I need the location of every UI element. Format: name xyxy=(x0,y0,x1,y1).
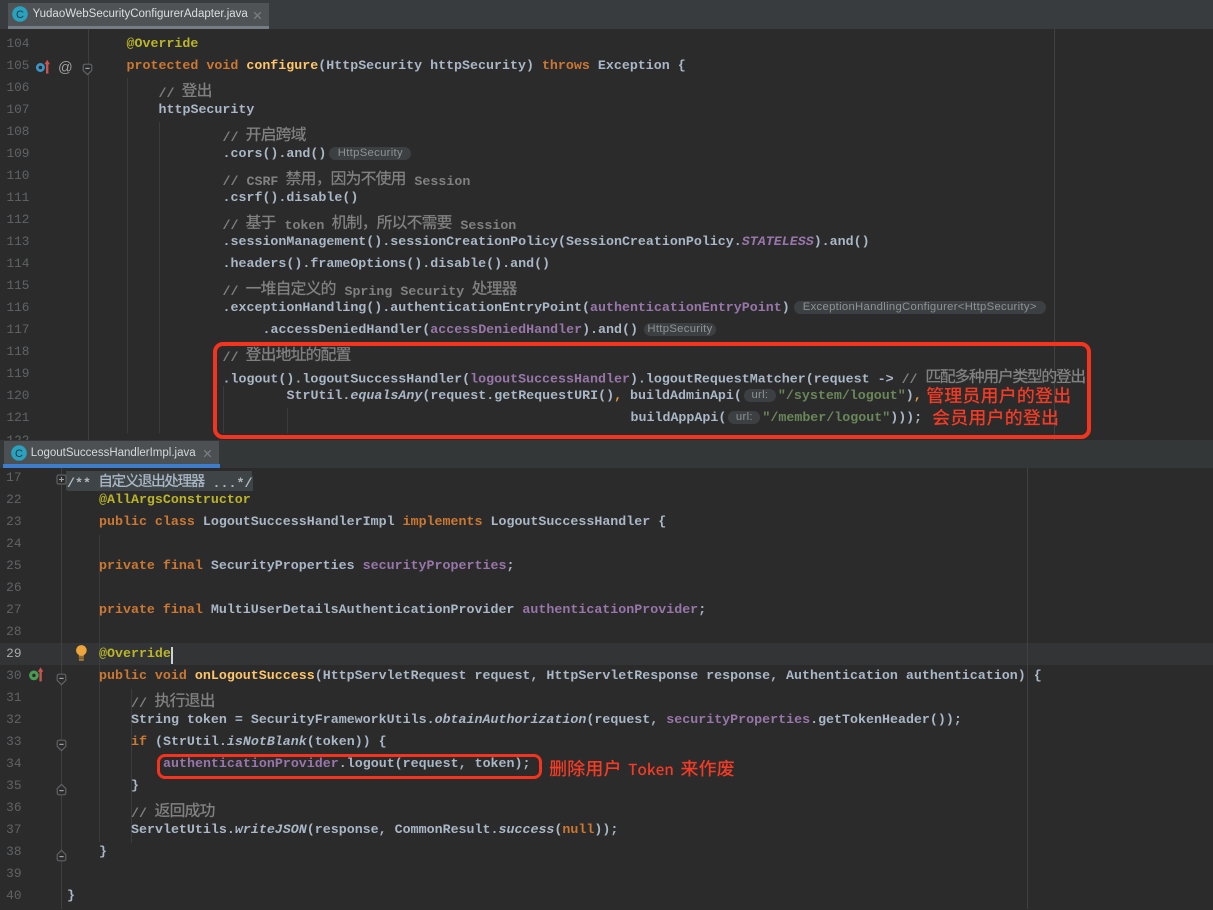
svg-text:C: C xyxy=(16,9,24,21)
svg-text:@: @ xyxy=(58,60,73,76)
svg-text:C: C xyxy=(15,448,23,460)
